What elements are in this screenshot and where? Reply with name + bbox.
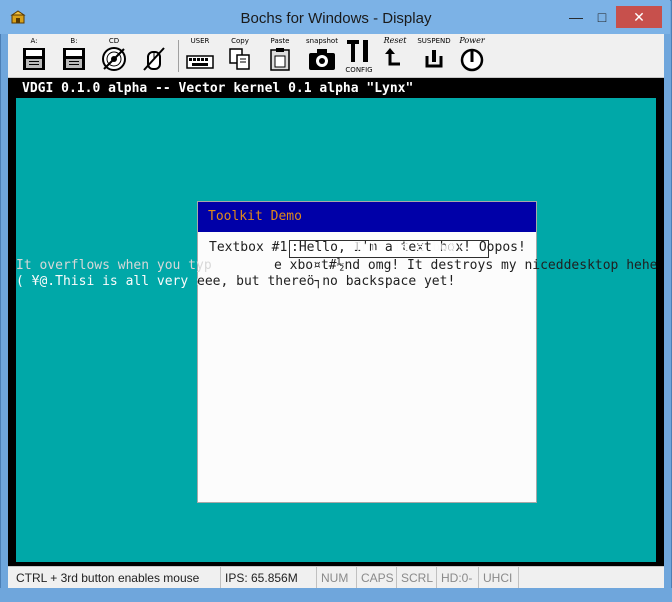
window-frame-bottom <box>0 588 672 602</box>
status-spacer <box>518 567 664 589</box>
floppy-a-icon <box>23 48 45 70</box>
snapshot-camera-icon <box>309 49 335 70</box>
title-bar[interactable]: Bochs for Windows - Display — □ ✕ <box>0 0 670 34</box>
ips-indicator: IPS: 65.856M <box>220 567 316 589</box>
floppy-b-button[interactable]: B: <box>56 37 92 75</box>
config-icon <box>347 40 368 62</box>
reset-button[interactable]: Reset <box>378 37 412 75</box>
power-button[interactable]: Power <box>454 37 490 75</box>
floppy-a-button[interactable]: A: <box>16 37 52 75</box>
kernel-banner: VDGI 0.1.0 alpha -- Vector kernel 0.1 al… <box>16 80 656 98</box>
copy-button[interactable]: Copy <box>222 37 258 75</box>
floppy-b-icon <box>63 48 85 70</box>
close-button[interactable]: ✕ <box>616 6 662 28</box>
minimize-button[interactable]: — <box>566 6 586 28</box>
power-icon <box>460 48 484 72</box>
suspend-label: SUSPEND <box>417 37 451 45</box>
toolbar: A: B: CD USER Copy Paste snapshot CONFIG… <box>8 34 664 78</box>
textbox-caption: Textbox #1 <box>209 240 288 255</box>
paste-label: Paste <box>270 37 290 45</box>
overflow-text-line2-left: It overflows when you typ <box>16 258 212 273</box>
suspend-icon <box>425 50 443 68</box>
vm-display[interactable]: VDGI 0.1.0 alpha -- Vector kernel 0.1 al… <box>16 80 656 562</box>
maximize-button[interactable]: □ <box>590 6 614 28</box>
hd-indicator: HD:0-M <box>436 567 478 602</box>
suspend-button[interactable]: SUSPEND <box>414 37 454 75</box>
num-lock-indicator: NUM <box>316 567 356 589</box>
overflow-text-line2-right: e xbo¤t#½nd omg! It destroys my niceddes… <box>274 258 656 273</box>
mouse-disabled-icon <box>143 47 165 71</box>
reset-label: Reset <box>383 36 407 45</box>
toolbar-separator <box>178 40 179 72</box>
overflow-text-line3-right: eee, but thereö┐no backspace yet! <box>197 274 456 289</box>
config-button[interactable]: CONFIG <box>342 37 376 75</box>
cdrom-icon <box>102 47 126 71</box>
user-keyboard-icon <box>186 55 214 69</box>
cdrom-button[interactable]: CD <box>96 37 132 75</box>
cdrom-label: CD <box>108 37 120 45</box>
power-label: Power <box>459 36 485 45</box>
caps-lock-indicator: CAPS <box>356 567 396 589</box>
mouse-button[interactable] <box>136 37 172 75</box>
snapshot-button[interactable]: snapshot <box>302 37 342 75</box>
floppy-b-label: B: <box>70 37 78 45</box>
copy-icon <box>229 48 250 70</box>
user-label: USER <box>190 37 210 45</box>
config-label: CONFIG <box>345 66 373 74</box>
floppy-a-label: A: <box>30 37 38 45</box>
reset-icon <box>385 48 400 66</box>
mouse-label <box>136 37 172 45</box>
scroll-lock-indicator: SCRL <box>396 567 436 589</box>
dialog-title: Toolkit Demo <box>198 202 536 232</box>
uhci-indicator: UHCI <box>478 567 518 589</box>
paste-button[interactable]: Paste <box>262 37 298 75</box>
copy-label: Copy <box>231 37 249 45</box>
paste-icon <box>270 48 290 71</box>
overflow-text-line3-left: ( ¥@.Thisi is all very swe <box>16 274 220 289</box>
mouse-hint: CTRL + 3rd button enables mouse <box>16 571 200 585</box>
status-bar: CTRL + 3rd button enables mouse IPS: 65.… <box>8 566 664 602</box>
snapshot-label: snapshot <box>306 37 338 45</box>
user-button[interactable]: USER <box>182 37 218 75</box>
overflow-text-line1: This is a bug! <box>354 240 464 255</box>
